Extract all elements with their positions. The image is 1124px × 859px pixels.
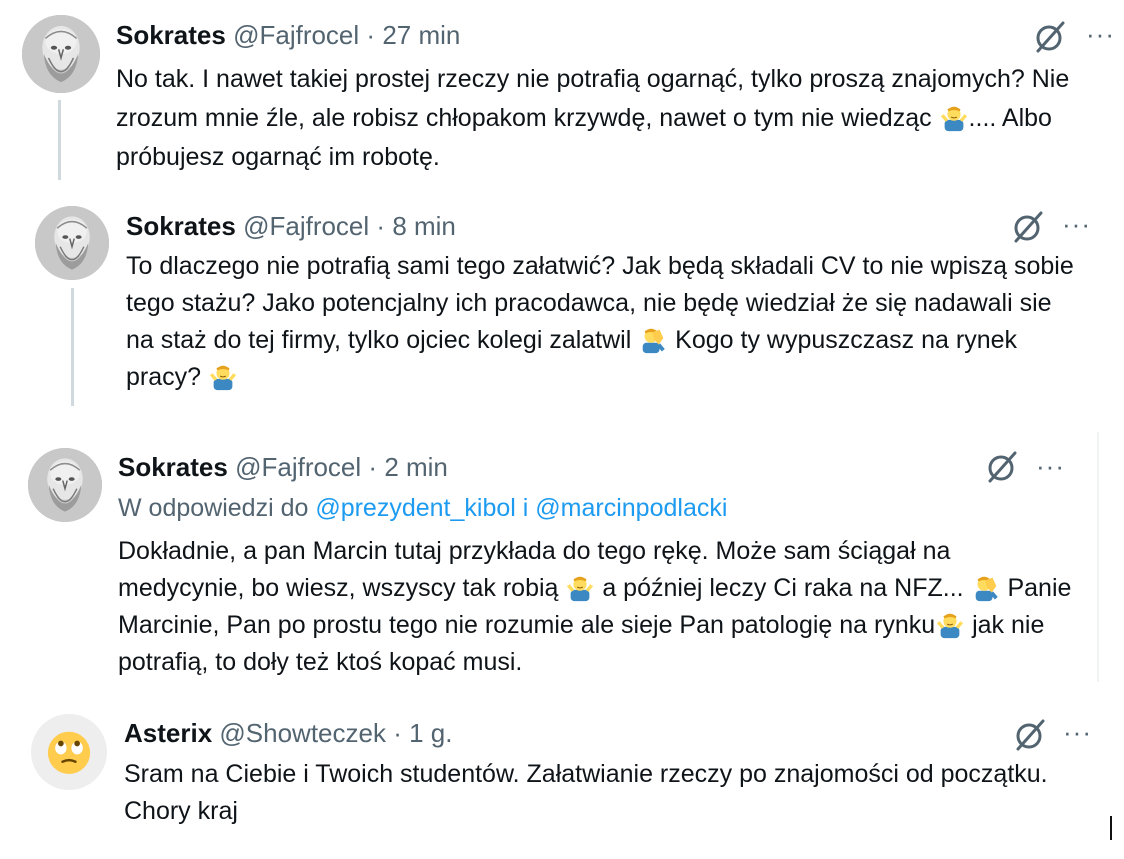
person-shrugging-emoji [935, 609, 965, 639]
more-icon[interactable]: ··· [1063, 719, 1092, 745]
tweet-4[interactable]: Asterix @Showteczek · 1 g. ··· Sram na C… [0, 700, 1124, 859]
grok-icon[interactable] [1033, 20, 1067, 54]
avatar[interactable] [22, 15, 100, 93]
grok-icon[interactable] [985, 450, 1019, 484]
divider [1097, 432, 1099, 682]
timestamp[interactable]: 2 min [384, 452, 448, 482]
tweet-header: Sokrates @Fajfrocel · 8 min [126, 210, 456, 242]
tweet-header: Sokrates @Fajfrocel · 27 min [116, 19, 460, 51]
timestamp[interactable]: 8 min [392, 211, 456, 241]
tweet-text: No tak. I nawet takiej prostej rzeczy ni… [116, 60, 1096, 177]
reply-prefix: W odpowiedzi do [118, 494, 316, 522]
author-name[interactable]: Sokrates [118, 452, 228, 482]
separator: · [376, 211, 386, 241]
more-icon[interactable]: ··· [1086, 21, 1115, 47]
person-shrugging-emoji [939, 102, 969, 132]
reply-context: W odpowiedzi do @prezydent_kibol i @marc… [118, 492, 727, 524]
tweet-header: Asterix @Showteczek · 1 g. [124, 717, 452, 749]
author-name[interactable]: Sokrates [116, 20, 226, 50]
separator: · [393, 718, 402, 748]
tweet-text-part: Sram na Ciebie i Twoich studentów. Załat… [124, 760, 1048, 825]
face-with-rolling-eyes-emoji [43, 726, 95, 778]
tweet-text-part: a później leczy Ci raka na NFZ... [595, 574, 971, 602]
author-handle[interactable]: @Fajfrocel [233, 20, 359, 50]
separator: · [368, 452, 378, 482]
sokrates-avatar-image [22, 15, 100, 93]
tweet-text: Sram na Ciebie i Twoich studentów. Załat… [124, 756, 1084, 830]
sokrates-avatar-image [35, 206, 109, 280]
person-shrugging-emoji [208, 361, 238, 391]
tweet-text: Dokładnie, a pan Marcin tutaj przykłada … [118, 533, 1078, 681]
person-shrugging-emoji [565, 572, 595, 602]
more-icon[interactable]: ··· [1062, 211, 1091, 237]
grok-icon[interactable] [1013, 718, 1047, 752]
tweet-2[interactable]: Sokrates @Fajfrocel · 8 min ··· To dlacz… [0, 190, 1124, 425]
tweet-text-part: No tak. I nawet takiej prostej rzeczy ni… [116, 65, 1070, 132]
timestamp[interactable]: 1 g. [409, 718, 452, 748]
text-cursor [1110, 816, 1112, 840]
avatar[interactable] [31, 714, 107, 790]
author-handle[interactable]: @Showteczek [219, 718, 386, 748]
grok-icon[interactable] [1011, 210, 1045, 244]
author-name[interactable]: Asterix [124, 718, 212, 748]
sokrates-avatar-image [28, 448, 102, 522]
separator: · [366, 20, 376, 50]
tweet-3[interactable]: Sokrates @Fajfrocel · 2 min ··· W odpowi… [0, 432, 1096, 692]
tweet-text: To dlaczego nie potrafią sami tego załat… [126, 248, 1086, 396]
author-handle[interactable]: @Fajfrocel [243, 211, 369, 241]
avatar[interactable] [35, 206, 109, 280]
avatar[interactable] [28, 448, 102, 522]
thread-line [71, 288, 74, 406]
thread-line [58, 100, 61, 180]
author-handle[interactable]: @Fajfrocel [235, 452, 361, 482]
person-facepalming-emoji [638, 324, 668, 354]
tweet-1[interactable]: Sokrates @Fajfrocel · 27 min ··· No tak.… [0, 0, 1124, 190]
timestamp[interactable]: 27 min [382, 20, 460, 50]
author-name[interactable]: Sokrates [126, 211, 236, 241]
more-icon[interactable]: ··· [1036, 453, 1065, 479]
person-facepalming-emoji [971, 572, 1001, 602]
mention-link[interactable]: @prezydent_kibol [315, 494, 516, 522]
tweet-header: Sokrates @Fajfrocel · 2 min [118, 451, 448, 483]
reply-and: i [515, 494, 536, 522]
mention-link[interactable]: @marcinpodlacki [535, 494, 727, 522]
